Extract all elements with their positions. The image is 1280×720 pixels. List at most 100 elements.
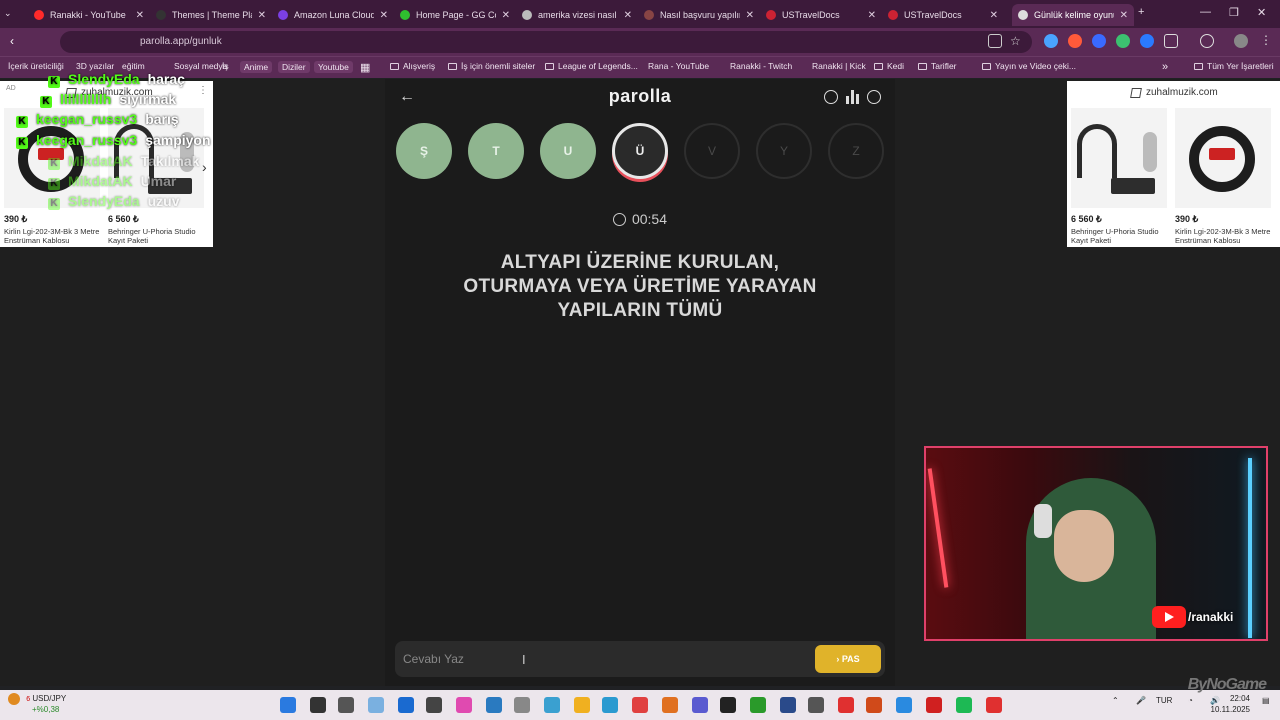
- browser-tab[interactable]: amerika vizesi nasıl al ✕: [516, 4, 638, 26]
- stock-widget[interactable]: 6 USD/JPY +%0,38: [8, 693, 66, 714]
- browser-tab[interactable]: USTravelDocs ✕: [760, 4, 882, 26]
- taskbar-app-icon[interactable]: [632, 697, 648, 713]
- taskbar-app-icon[interactable]: [720, 697, 736, 713]
- taskbar-app-icon[interactable]: [544, 697, 560, 713]
- bookmark-item[interactable]: İş: [222, 61, 229, 71]
- browser-tab[interactable]: Nasıl başvuru yapılır ✕: [638, 4, 760, 26]
- bookmark-item[interactable]: Diziler: [278, 61, 310, 73]
- tab-close-icon[interactable]: ✕: [136, 10, 144, 21]
- tab-close-icon[interactable]: ✕: [1120, 10, 1128, 21]
- extension-icon[interactable]: [1116, 34, 1130, 48]
- tab-close-icon[interactable]: ✕: [746, 10, 754, 21]
- tab-close-icon[interactable]: ✕: [380, 10, 388, 21]
- eye-off-icon[interactable]: [988, 34, 1002, 48]
- mic-icon[interactable]: 🎤: [1136, 696, 1146, 705]
- screen: { "browser": { "tabs": [ {"label": "Rana…: [0, 0, 1280, 720]
- close-window-button[interactable]: ✕: [1257, 6, 1266, 19]
- taskbar-app-icon[interactable]: [310, 697, 326, 713]
- taskbar-app-icon[interactable]: [456, 697, 472, 713]
- tab-favicon: [766, 10, 776, 20]
- tab-search-button[interactable]: ⌄: [4, 8, 12, 19]
- ad-product[interactable]: 6 560 ₺ Behringer U-Phoria Studio Kayıt …: [1071, 108, 1171, 245]
- bookmark-item[interactable]: Sosyal medya: [174, 61, 227, 71]
- taskbar-app-icon[interactable]: [838, 697, 854, 713]
- taskbar-app-icon[interactable]: [514, 697, 530, 713]
- bookmark-item[interactable]: İş için önemli siteler: [448, 61, 535, 71]
- browser-tab[interactable]: Themes | Theme Plaza ✕: [150, 4, 272, 26]
- text-cursor-icon: I: [522, 652, 526, 667]
- notification-icon[interactable]: ▤: [1262, 696, 1270, 705]
- menu-icon[interactable]: ⋮: [1260, 33, 1272, 47]
- tab-close-icon[interactable]: ✕: [258, 10, 266, 21]
- user-icon[interactable]: [867, 90, 881, 104]
- bookmark-item[interactable]: Ranakki | Kick: [812, 61, 866, 71]
- apps-grid-icon[interactable]: ▦: [360, 61, 370, 74]
- clock[interactable]: 22:04 10.11.2025: [1211, 693, 1250, 715]
- bookmark-item[interactable]: Kedi: [874, 61, 904, 71]
- bookmark-item[interactable]: İçerik üreticiliği: [8, 61, 64, 71]
- tab-close-icon[interactable]: ✕: [502, 10, 510, 21]
- bookmark-item[interactable]: Rana - YouTube: [648, 61, 709, 71]
- taskbar-app-icon[interactable]: [486, 697, 502, 713]
- extension-icon[interactable]: [1140, 34, 1154, 48]
- chat-user: lllllllllllh: [60, 91, 112, 107]
- extension-icon[interactable]: [1068, 34, 1082, 48]
- bookmark-item[interactable]: 3D yazılar: [76, 61, 114, 71]
- taskbar-app-icon[interactable]: [986, 697, 1002, 713]
- taskbar-app-icon[interactable]: [750, 697, 766, 713]
- taskbar-app-icon[interactable]: [692, 697, 708, 713]
- taskbar-app-icon[interactable]: [602, 697, 618, 713]
- tab-close-icon[interactable]: ✕: [624, 10, 632, 21]
- wifi-icon[interactable]: ◔: [1188, 696, 1193, 705]
- browser-tab[interactable]: Günlük kelime oyunu ✕: [1012, 4, 1134, 26]
- profile-avatar[interactable]: [1234, 34, 1248, 48]
- taskbar-app-icon[interactable]: [662, 697, 678, 713]
- browser-tab[interactable]: Home Page - GG Con ✕: [394, 4, 516, 26]
- ad-right[interactable]: zuhalmuzik.com 6 560 ₺ Behringer U-Phori…: [1067, 81, 1280, 247]
- taskbar-app-icon[interactable]: [926, 697, 942, 713]
- bookmark-item[interactable]: Ranakki - Twitch: [730, 61, 792, 71]
- ad-product[interactable]: 390 ₺ Kirlin Lgi-202-3M-Bk 3 Metre Enstr…: [1175, 108, 1275, 245]
- pass-button[interactable]: › PAS: [815, 645, 881, 673]
- lang-indicator[interactable]: TUR: [1156, 696, 1172, 705]
- bookmark-item[interactable]: Alışveriş: [390, 61, 435, 71]
- tab-close-icon[interactable]: ✕: [868, 10, 876, 21]
- taskbar-app-icon[interactable]: [780, 697, 796, 713]
- taskbar-app-icon[interactable]: [574, 697, 590, 713]
- taskbar-app-icon[interactable]: [956, 697, 972, 713]
- bookmark-item[interactable]: eğitim: [122, 61, 145, 71]
- taskbar-app-icon[interactable]: [808, 697, 824, 713]
- new-tab-button[interactable]: +: [1138, 6, 1144, 18]
- star-icon[interactable]: ☆: [1010, 34, 1021, 48]
- taskbar-app-icon[interactable]: [896, 697, 912, 713]
- taskbar-app-icon[interactable]: [368, 697, 384, 713]
- extension-icon[interactable]: [1092, 34, 1106, 48]
- browser-tab[interactable]: USTravelDocs ✕: [882, 4, 1004, 26]
- tray-arrow-icon[interactable]: ⌃: [1112, 696, 1119, 705]
- taskbar-app-icon[interactable]: [338, 697, 354, 713]
- extension-icon[interactable]: [1044, 34, 1058, 48]
- stats-icon[interactable]: [846, 90, 860, 104]
- bookmark-item[interactable]: League of Legends...: [545, 61, 638, 71]
- minimize-button[interactable]: —: [1200, 6, 1211, 18]
- bookmark-item[interactable]: Tüm Yer İşaretleri: [1194, 61, 1274, 71]
- tab-close-icon[interactable]: ✕: [990, 10, 998, 21]
- taskbar-app-icon[interactable]: [280, 697, 296, 713]
- address-bar[interactable]: parolla.app/gunluk: [60, 31, 1032, 53]
- browser-tab[interactable]: Ranakki - YouTube ✕: [28, 4, 150, 26]
- info-icon[interactable]: [824, 90, 838, 104]
- more-bookmarks-icon[interactable]: »: [1162, 61, 1168, 73]
- back-button[interactable]: ‹: [10, 34, 14, 48]
- maximize-button[interactable]: ❐: [1229, 6, 1239, 19]
- history-icon[interactable]: [1200, 34, 1214, 48]
- bookmark-item[interactable]: Anime: [240, 61, 273, 73]
- browser-tab[interactable]: Amazon Luna Cloud ✕: [272, 4, 394, 26]
- taskbar-app-icon[interactable]: [866, 697, 882, 713]
- bookmark-item[interactable]: Youtube: [314, 61, 353, 73]
- puzzle-icon[interactable]: [1164, 34, 1178, 48]
- answer-input[interactable]: [403, 645, 803, 673]
- bookmark-item[interactable]: Yayın ve Video çeki...: [982, 61, 1076, 71]
- taskbar-app-icon[interactable]: [398, 697, 414, 713]
- taskbar-app-icon[interactable]: [426, 697, 442, 713]
- bookmark-item[interactable]: Tarifler: [918, 61, 957, 71]
